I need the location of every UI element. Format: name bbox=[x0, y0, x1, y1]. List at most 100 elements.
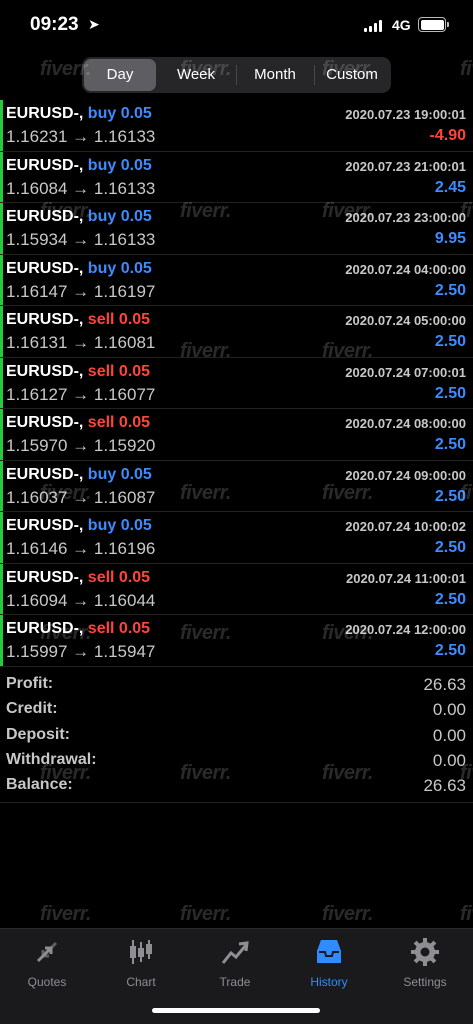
deal-date: 2020.07.24 05:00:00 bbox=[345, 313, 466, 328]
deal-row[interactable]: EURUSD-, buy 0.05 2020.07.23 21:00:01 1.16… bbox=[0, 151, 473, 203]
deal-row[interactable]: EURUSD-, sell 0.05 2020.07.24 05:00:00 1.1… bbox=[0, 306, 473, 358]
trade-icon bbox=[221, 941, 249, 964]
deal-date: 2020.07.24 11:00:01 bbox=[346, 570, 466, 586]
deal-symbol: EURUSD-, bbox=[6, 517, 84, 534]
deal-row[interactable]: EURUSD-, sell 0.05 2020.07.24 07:00:01 1.1… bbox=[0, 357, 473, 409]
deal-profit: 2.50 bbox=[434, 642, 466, 659]
fiverr-watermark: fiverr. bbox=[460, 58, 473, 80]
deal-volume: sell 0.05 bbox=[87, 414, 151, 431]
deal-price: 1.15997 → 1.15947 bbox=[6, 642, 156, 661]
summary-row: Balance: 26.63 bbox=[0, 773, 473, 798]
deal-date: 2020.07.24 09:00:00 bbox=[345, 467, 466, 483]
deal-symbol: EURUSD-, bbox=[6, 208, 84, 225]
history-icon bbox=[317, 940, 341, 963]
deal-price: 1.16146 → 1.16196 bbox=[6, 539, 156, 558]
battery-icon bbox=[418, 17, 449, 32]
deal-indicator-bar bbox=[0, 460, 3, 511]
tab-day[interactable]: Day bbox=[84, 59, 156, 91]
deal-price: 1.16127 → 1.16077 bbox=[6, 384, 156, 404]
deal-date: 2020.07.23 19:00:01 bbox=[345, 107, 466, 122]
deal-profit: -4.90 bbox=[429, 127, 466, 144]
deal-profit: 2.50 bbox=[434, 281, 466, 299]
deal-symbol: EURUSD-, bbox=[6, 105, 84, 122]
deal-indicator-bar bbox=[0, 306, 3, 357]
tab-week[interactable]: Week bbox=[158, 59, 234, 91]
summary-label: Deposit: bbox=[6, 725, 70, 743]
deal-indicator-bar bbox=[0, 409, 3, 460]
deal-title: EURUSD-, buy 0.05 bbox=[6, 260, 152, 278]
tab-quotes[interactable]: Quotes bbox=[0, 935, 94, 991]
deal-volume: sell 0.05 bbox=[87, 568, 151, 586]
deal-symbol: EURUSD-, bbox=[6, 620, 84, 637]
summary-row: Profit: 26.63 bbox=[0, 672, 473, 697]
deal-profit: 9.95 bbox=[434, 230, 466, 247]
deal-indicator-bar bbox=[0, 615, 3, 666]
summary-label: Balance: bbox=[6, 776, 73, 794]
deal-price: 1.16147 → 1.16197 bbox=[6, 281, 156, 301]
tab-history[interactable]: History bbox=[282, 935, 376, 991]
deal-indicator-bar bbox=[0, 563, 3, 614]
deal-title: EURUSD-, sell 0.05 bbox=[6, 569, 150, 587]
deal-indicator-bar bbox=[0, 203, 3, 254]
deal-title: EURUSD-, buy 0.05 bbox=[6, 105, 152, 123]
summary-label: Credit: bbox=[6, 700, 58, 718]
deal-row[interactable]: EURUSD-, buy 0.05 2020.07.24 09:00:00 1.16… bbox=[0, 460, 473, 512]
deal-row[interactable]: EURUSD-, sell 0.05 2020.07.24 12:00:00 1.1… bbox=[0, 615, 473, 667]
deal-row[interactable]: EURUSD-, buy 0.05 2020.07.23 19:00:01 1.16… bbox=[0, 100, 473, 152]
deal-volume: buy 0.05 bbox=[87, 156, 152, 174]
deal-price: 1.16231 → 1.16133 bbox=[6, 127, 156, 146]
home-indicator bbox=[152, 1008, 320, 1013]
summary-label: Profit: bbox=[6, 675, 54, 692]
deal-profit: 2.50 bbox=[434, 333, 466, 350]
tab-trade[interactable]: Trade bbox=[188, 935, 282, 991]
period-segmented-control: Day Week Month Custom bbox=[82, 57, 391, 93]
summary-label: Withdrawal: bbox=[6, 750, 97, 768]
tab-settings[interactable]: Settings bbox=[378, 935, 472, 991]
deal-profit: 2.50 bbox=[434, 487, 466, 505]
summary-value: 0.00 bbox=[432, 750, 466, 770]
deal-date: 2020.07.24 10:00:02 bbox=[345, 519, 466, 534]
deal-price: 1.16131 → 1.16081 bbox=[6, 333, 156, 352]
fiverr-watermark: fiverr. bbox=[40, 903, 91, 925]
deal-indicator-bar bbox=[0, 512, 3, 563]
deal-symbol: EURUSD-, bbox=[6, 156, 84, 174]
summary-value: 0.00 bbox=[432, 725, 466, 745]
deal-volume: sell 0.05 bbox=[87, 311, 151, 328]
deal-date: 2020.07.23 23:00:00 bbox=[345, 210, 466, 225]
status-bar: 09:23 ➤ 4G bbox=[0, 0, 473, 52]
deal-title: EURUSD-, sell 0.05 bbox=[6, 311, 150, 329]
deal-date: 2020.07.24 07:00:01 bbox=[345, 364, 466, 380]
deal-row[interactable]: EURUSD-, buy 0.05 2020.07.23 23:00:00 1.15… bbox=[0, 203, 473, 255]
deal-row[interactable]: EURUSD-, sell 0.05 2020.07.24 08:00:00 1.1… bbox=[0, 409, 473, 461]
deal-profit: 2.50 bbox=[434, 539, 466, 556]
deal-row[interactable]: EURUSD-, sell 0.05 2020.07.24 11:00:01 1.1… bbox=[0, 563, 473, 615]
tab-history-label: History bbox=[310, 975, 348, 989]
deal-symbol: EURUSD-, bbox=[6, 414, 84, 431]
deal-row[interactable]: EURUSD-, buy 0.05 2020.07.24 04:00:00 1.16… bbox=[0, 254, 473, 306]
deals-list: EURUSD-, buy 0.05 2020.07.23 19:00:01 1.16… bbox=[0, 100, 473, 667]
summary-row: Withdrawal: 0.00 bbox=[0, 748, 473, 773]
deal-price: 1.15970 → 1.15920 bbox=[6, 436, 156, 455]
tab-chart[interactable]: Chart bbox=[94, 935, 188, 991]
deal-date: 2020.07.23 21:00:01 bbox=[345, 158, 466, 174]
deal-price: 1.16084 → 1.16133 bbox=[6, 178, 156, 198]
tab-custom[interactable]: Custom bbox=[315, 59, 389, 91]
deal-title: EURUSD-, buy 0.05 bbox=[6, 517, 152, 535]
summary-value: 26.63 bbox=[423, 675, 466, 694]
summary-divider bbox=[0, 802, 473, 803]
deal-volume: buy 0.05 bbox=[87, 465, 152, 483]
deal-price: 1.15934 → 1.16133 bbox=[6, 230, 156, 249]
deal-title: EURUSD-, buy 0.05 bbox=[6, 157, 152, 175]
chart-icon bbox=[130, 940, 152, 964]
summary-row: Deposit: 0.00 bbox=[0, 723, 473, 748]
deal-profit: 2.50 bbox=[434, 590, 466, 608]
deal-date: 2020.07.24 12:00:00 bbox=[345, 622, 466, 637]
deal-symbol: EURUSD-, bbox=[6, 311, 84, 328]
deal-indicator-bar bbox=[0, 254, 3, 305]
deal-row[interactable]: EURUSD-, buy 0.05 2020.07.24 10:00:02 1.16… bbox=[0, 512, 473, 564]
tab-month[interactable]: Month bbox=[237, 59, 313, 91]
tab-trade-label: Trade bbox=[219, 975, 251, 989]
deal-indicator-bar bbox=[0, 151, 3, 202]
fiverr-watermark: fiverr. bbox=[322, 903, 373, 925]
deal-volume: buy 0.05 bbox=[87, 517, 152, 534]
